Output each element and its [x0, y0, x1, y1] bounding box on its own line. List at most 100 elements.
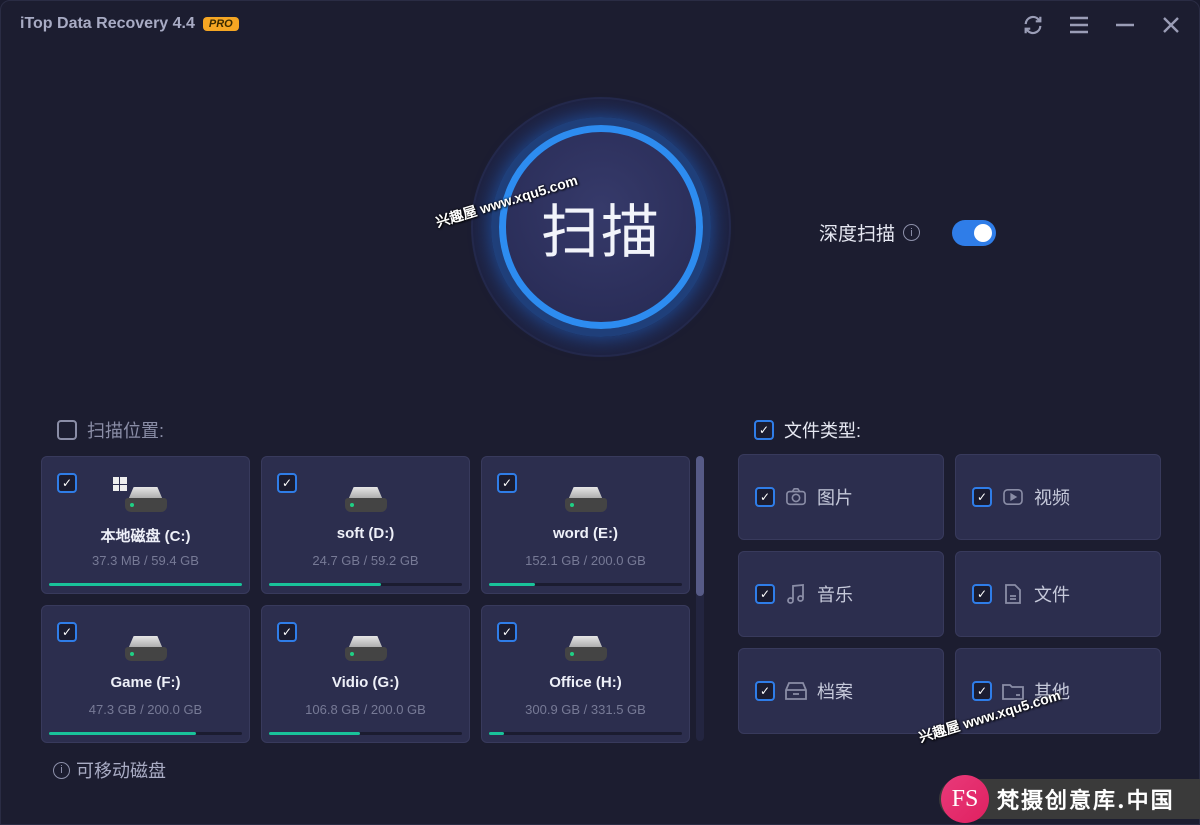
drive-card[interactable]: ✓ Vidio (G:) 106.8 GB / 200.0 GB: [261, 605, 470, 743]
drive-usage-fill: [49, 732, 196, 735]
file-type-label: 文件类型:: [784, 421, 862, 441]
drive-card[interactable]: ✓ word (E:) 152.1 GB / 200.0 GB: [481, 456, 690, 594]
file-type-camera[interactable]: ✓ 图片: [738, 454, 944, 540]
file-type-document[interactable]: ✓ 文件: [955, 551, 1161, 637]
deep-scan-toggle[interactable]: [952, 219, 997, 246]
file-type-checkbox[interactable]: ✓: [972, 487, 992, 507]
brand-logo: FS: [941, 775, 989, 823]
file-type-checkbox[interactable]: ✓: [755, 584, 775, 604]
refresh-icon: [1024, 15, 1042, 35]
file-type-music[interactable]: ✓ 音乐: [738, 551, 944, 637]
file-type-item-label: 音乐: [817, 585, 853, 605]
hard-drive-icon: [564, 487, 607, 517]
drive-checkbox[interactable]: ✓: [57, 622, 77, 642]
drive-size: 24.7 GB / 59.2 GB: [312, 553, 419, 568]
hard-drive-icon: [344, 487, 387, 517]
brand-text: 梵摄创意库.中国: [997, 788, 1175, 814]
drive-name: Office (H:): [549, 674, 622, 691]
drive-usage-fill: [49, 583, 242, 586]
file-type-item-label: 文件: [1034, 585, 1070, 605]
drive-checkbox[interactable]: ✓: [497, 622, 517, 642]
hard-drive-icon: [124, 636, 167, 666]
drive-name: Vidio (G:): [331, 674, 400, 691]
drive-checkbox[interactable]: ✓: [497, 473, 517, 493]
menu-icon: [1070, 16, 1088, 34]
hard-drive-icon: [112, 477, 167, 517]
scan-widget: 扫描: [471, 97, 731, 357]
minimize-button[interactable]: [1109, 11, 1141, 39]
drive-usage-fill: [489, 583, 536, 586]
file-type-checkbox[interactable]: ✓: [755, 487, 775, 507]
close-button[interactable]: [1155, 11, 1187, 39]
info-icon: i: [53, 761, 70, 779]
window-controls: [1017, 11, 1187, 39]
scan-button-label: 扫描: [540, 200, 661, 265]
drive-size: 47.3 GB / 200.0 GB: [88, 702, 203, 717]
toggle-knob: [974, 223, 993, 242]
drive-size: 300.9 GB / 331.5 GB: [525, 702, 646, 717]
drive-usage-bar: [49, 732, 242, 735]
video-icon: [1002, 486, 1024, 508]
file-type-item-label: 档案: [817, 682, 853, 702]
drive-usage-fill: [269, 583, 381, 586]
file-type-checkbox[interactable]: ✓: [972, 584, 992, 604]
drive-usage-fill: [269, 732, 360, 735]
scan-button[interactable]: 扫描: [499, 125, 703, 329]
file-type-header: ✓ 文件类型:: [754, 417, 861, 443]
app-title-text: iTop Data Recovery 4.4: [20, 15, 195, 32]
windows-icon: [112, 477, 127, 491]
file-type-item-label: 图片: [817, 488, 853, 508]
file-type-archive[interactable]: ✓ 档案: [738, 648, 944, 734]
hard-drive-icon: [344, 636, 387, 666]
hard-drive-icon: [564, 636, 607, 666]
drive-usage-bar: [269, 583, 462, 586]
archive-icon: [785, 680, 807, 702]
deep-scan-label: 深度扫描: [819, 224, 896, 245]
scan-location-label: 扫描位置:: [87, 421, 165, 441]
drive-checkbox[interactable]: ✓: [277, 473, 297, 493]
drive-usage-bar: [269, 732, 462, 735]
drive-name: soft (D:): [336, 525, 395, 542]
file-type-video[interactable]: ✓ 视频: [955, 454, 1161, 540]
close-icon: [1163, 17, 1179, 33]
removable-disk-link[interactable]: i 可移动磁盘: [53, 757, 166, 783]
drive-usage-fill: [489, 732, 505, 735]
pro-badge: PRO: [202, 17, 239, 31]
drive-name: Game (F:): [110, 674, 181, 691]
minimize-icon: [1116, 23, 1134, 27]
app-title: iTop Data Recovery 4.4 PRO: [20, 15, 239, 33]
document-icon: [1002, 583, 1024, 605]
scrollbar-thumb[interactable]: [696, 456, 704, 596]
drive-size: 152.1 GB / 200.0 GB: [525, 553, 646, 568]
drive-list-scrollbar[interactable]: [696, 456, 704, 741]
deep-scan-option: 深度扫描 i: [819, 219, 997, 246]
drive-usage-bar: [489, 583, 682, 586]
brand-badge: FS 梵摄创意库.中国: [939, 775, 1200, 823]
drive-card[interactable]: ✓ soft (D:) 24.7 GB / 59.2 GB: [261, 456, 470, 594]
camera-icon: [785, 486, 807, 508]
drive-name: 本地磁盘 (C:): [100, 528, 191, 545]
drive-name: word (E:): [553, 525, 618, 542]
file-type-all-checkbox[interactable]: ✓: [754, 420, 774, 440]
removable-disk-label: 可移动磁盘: [76, 761, 166, 781]
drive-card[interactable]: ✓ 本地磁盘 (C:) 37.3 MB / 59.4 GB: [41, 456, 250, 594]
scan-location-header: ✓ 扫描位置:: [57, 417, 164, 443]
drive-card[interactable]: ✓ Game (F:) 47.3 GB / 200.0 GB: [41, 605, 250, 743]
music-icon: [785, 583, 807, 605]
drive-usage-bar: [489, 732, 682, 735]
drive-card[interactable]: ✓ Office (H:) 300.9 GB / 331.5 GB: [481, 605, 690, 743]
drive-checkbox[interactable]: ✓: [57, 473, 77, 493]
drive-grid: ✓ 本地磁盘 (C:) 37.3 MB / 59.4 GB ✓ soft (D:…: [41, 456, 691, 743]
scan-location-checkbox[interactable]: ✓: [57, 420, 77, 440]
app-window: iTop Data Recovery 4.4 PRO 扫描 深度扫描 i ✓ 扫…: [0, 0, 1200, 825]
drive-usage-bar: [49, 583, 242, 586]
info-icon[interactable]: i: [903, 224, 921, 241]
drive-size: 37.3 MB / 59.4 GB: [92, 553, 199, 568]
file-type-checkbox[interactable]: ✓: [972, 681, 992, 701]
file-type-item-label: 视频: [1034, 488, 1070, 508]
refresh-button[interactable]: [1017, 11, 1049, 39]
file-type-checkbox[interactable]: ✓: [755, 681, 775, 701]
drive-checkbox[interactable]: ✓: [277, 622, 297, 642]
menu-button[interactable]: [1063, 11, 1095, 39]
file-type-grid: ✓ 图片 ✓ 视频 ✓ 音乐 ✓ 文件 ✓ 档案 ✓ 其他: [738, 454, 1161, 734]
